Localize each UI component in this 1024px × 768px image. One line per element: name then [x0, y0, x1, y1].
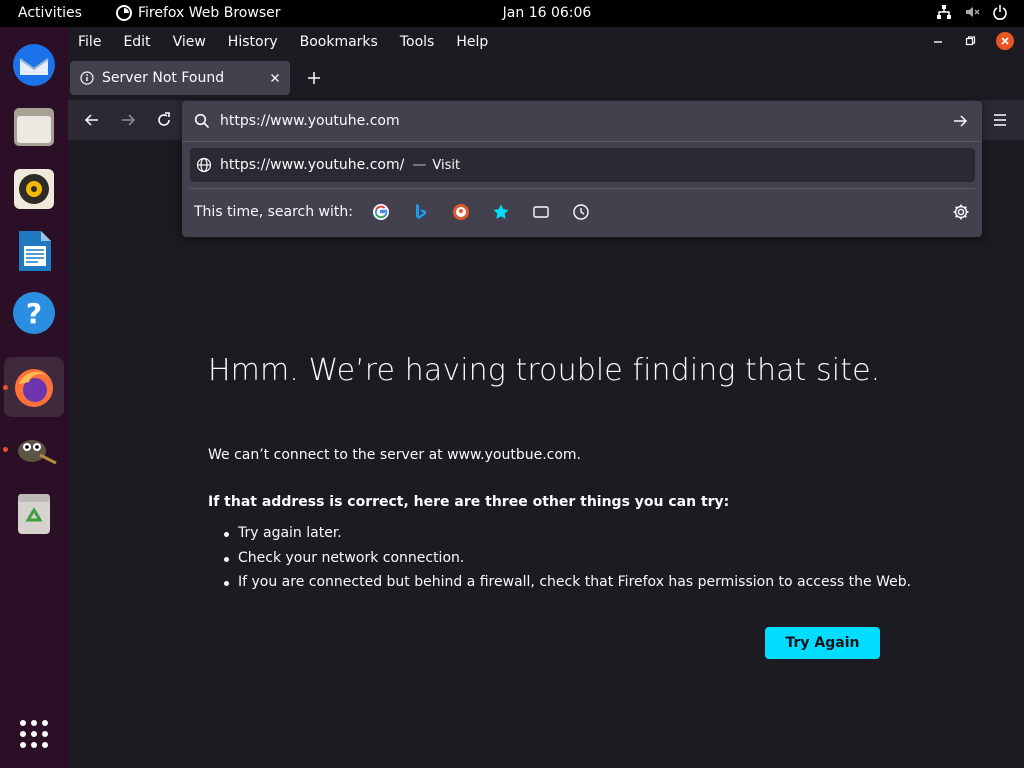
history-icon[interactable] [570, 201, 592, 223]
duckduckgo-icon[interactable] [450, 201, 472, 223]
rhythmbox-icon[interactable] [4, 159, 64, 219]
tab-server-not-found[interactable]: Server Not Found [70, 61, 290, 95]
system-tray[interactable] [936, 4, 1008, 20]
suggestion-action: Visit [432, 157, 461, 173]
list-item: Try again later. [224, 525, 911, 550]
close-window-button[interactable] [996, 32, 1014, 50]
urlbar-dropdown: https://www.youtuhe.com/ — Visit This ti… [182, 101, 982, 237]
running-indicator [3, 447, 8, 452]
gear-icon [953, 204, 969, 220]
error-description: We can’t connect to the server at www.yo… [208, 447, 582, 463]
menu-bookmarks[interactable]: Bookmarks [289, 34, 389, 50]
files-icon[interactable] [4, 97, 64, 157]
reload-icon [158, 112, 170, 126]
urlbar [182, 101, 982, 141]
globe-icon [196, 157, 212, 173]
error-tips-list: Try again later. Check your network conn… [224, 525, 911, 599]
menu-tools[interactable]: Tools [389, 34, 446, 50]
minimize-icon[interactable] [932, 35, 944, 47]
power-icon [993, 5, 1007, 20]
bing-icon[interactable] [410, 201, 432, 223]
go-arrow-icon[interactable] [952, 113, 968, 129]
help-icon[interactable]: ? [4, 283, 64, 343]
dock: ? [0, 27, 68, 768]
try-again-button[interactable]: Try Again [765, 627, 880, 659]
new-tab-button[interactable] [302, 66, 326, 90]
gnome-top-bar: Activities Firefox Web Browser Jan 16 06… [0, 0, 1024, 27]
menu-file[interactable]: File [68, 34, 112, 50]
menu-bar: File Edit View History Bookmarks Tools H… [68, 27, 1024, 57]
bookmarks-star-icon[interactable] [490, 201, 512, 223]
svg-text:?: ? [26, 297, 42, 330]
tab-title: Server Not Found [102, 70, 225, 86]
close-icon [1001, 37, 1009, 45]
app-menu-button[interactable] [988, 108, 1012, 132]
list-item: If you are connected but behind a firewa… [224, 574, 911, 599]
search-with-label: This time, search with: [194, 204, 353, 220]
clock[interactable]: Jan 16 06:06 [0, 5, 1024, 21]
menu-edit[interactable]: Edit [112, 34, 161, 50]
suggestion-separator: — [412, 157, 427, 173]
libreoffice-writer-icon[interactable] [4, 221, 64, 281]
divider [190, 188, 975, 189]
divider [182, 141, 982, 142]
restore-icon[interactable] [964, 35, 976, 47]
network-icon [937, 5, 951, 19]
search-settings-button[interactable] [950, 201, 972, 223]
menu-view[interactable]: View [162, 34, 217, 50]
suggestion-url: https://www.youtuhe.com/ [220, 157, 405, 173]
volume-muted-icon [966, 7, 980, 17]
google-icon[interactable] [370, 201, 392, 223]
running-indicator [3, 385, 8, 390]
thunderbird-icon[interactable] [4, 35, 64, 95]
list-item: Check your network connection. [224, 550, 911, 575]
url-input[interactable] [220, 111, 920, 131]
firefox-icon[interactable] [4, 357, 64, 417]
error-subheading: If that address is correct, here are thr… [208, 494, 730, 510]
url-suggestion-row[interactable]: https://www.youtuhe.com/ — Visit [190, 148, 975, 182]
search-icon [194, 113, 210, 129]
firefox-window: File Edit View History Bookmarks Tools H… [68, 27, 1024, 768]
arrow-right-icon [122, 114, 136, 126]
tabs-icon[interactable] [530, 201, 552, 223]
info-icon [80, 71, 94, 85]
window-controls [932, 32, 1014, 50]
arrow-left-icon [84, 114, 98, 126]
menu-help[interactable]: Help [445, 34, 499, 50]
tab-close-icon[interactable] [270, 73, 280, 83]
app-grid-icon[interactable] [4, 704, 64, 764]
reload-button[interactable] [152, 108, 176, 132]
gimp-icon[interactable] [4, 419, 64, 479]
forward-button[interactable] [116, 108, 140, 132]
menu-history[interactable]: History [217, 34, 289, 50]
error-title: Hmm. We’re having trouble finding that s… [208, 353, 881, 388]
back-button[interactable] [80, 108, 104, 132]
trash-icon[interactable] [4, 483, 64, 543]
tab-bar: Server Not Found [68, 59, 1024, 97]
hamburger-icon [994, 114, 1006, 126]
plus-icon [308, 72, 320, 84]
